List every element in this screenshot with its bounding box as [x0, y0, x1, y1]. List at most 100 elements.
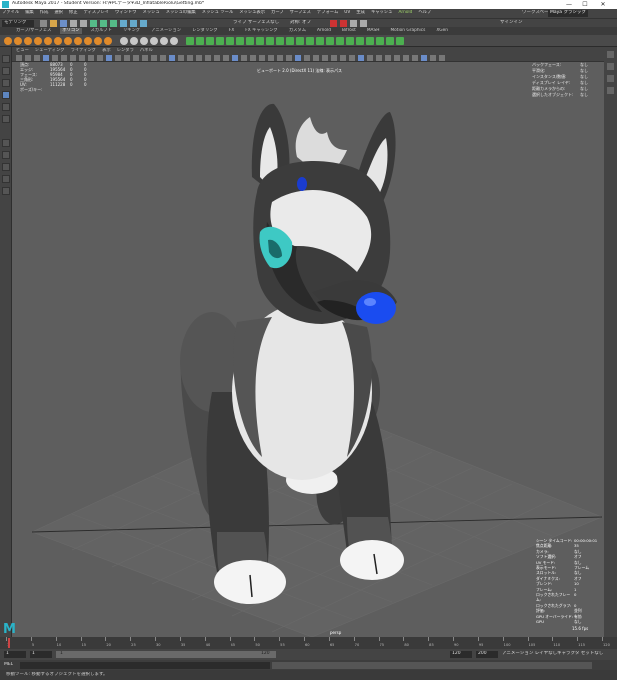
menu-item[interactable]: Arnold [398, 10, 412, 16]
shelf-tab[interactable]: FX キャッシング [243, 28, 280, 34]
save-scene-icon[interactable] [60, 20, 67, 27]
bridge-icon[interactable] [196, 37, 204, 45]
panel-tool-icon[interactable] [16, 55, 22, 61]
pipe-icon[interactable] [104, 37, 112, 45]
panel-tool-icon[interactable] [97, 55, 103, 61]
scale-tool-icon[interactable] [2, 115, 10, 123]
menu-item[interactable]: カーブ [271, 10, 284, 16]
shelf-tab[interactable]: カーブ/サーフェス [14, 28, 53, 34]
panel-tool-icon[interactable] [430, 55, 436, 61]
panel-tool-icon[interactable] [259, 55, 265, 61]
prism-icon[interactable] [94, 37, 102, 45]
panel-tool-icon[interactable] [196, 55, 202, 61]
shelf-tab[interactable]: レンダリング [190, 28, 220, 34]
torus-icon[interactable] [44, 37, 52, 45]
snap-curve-icon[interactable] [130, 20, 137, 27]
panel-tool-icon[interactable] [106, 55, 112, 61]
paint-select-icon[interactable] [2, 79, 10, 87]
spin-icon[interactable] [346, 37, 354, 45]
range-start-field[interactable]: 1 [30, 651, 52, 658]
panel-tool-icon[interactable] [439, 55, 445, 61]
insert-loop-icon[interactable] [306, 37, 314, 45]
panel-tool-icon[interactable] [376, 55, 382, 61]
shelf-tab[interactable]: ポリゴン [60, 28, 82, 34]
channel-box-tab-icon[interactable] [607, 51, 614, 58]
time-slider[interactable]: 1510152025303540455055606570758085909510… [0, 637, 617, 649]
menu-item[interactable]: 生成 [356, 10, 365, 16]
menu-item[interactable]: サーフェス [290, 10, 311, 16]
chip-off-icon[interactable] [376, 37, 384, 45]
menu-item[interactable]: UV [344, 10, 350, 16]
snap-point-icon[interactable] [140, 20, 147, 27]
panel-tool-icon[interactable] [25, 55, 31, 61]
current-time-indicator[interactable] [8, 638, 10, 648]
panel-tool-icon[interactable] [403, 55, 409, 61]
uv-editor-icon[interactable] [396, 37, 404, 45]
panel-tool-icon[interactable] [421, 55, 427, 61]
graph-layout-icon[interactable] [2, 187, 10, 195]
pyramid-icon[interactable] [84, 37, 92, 45]
symmetry-label[interactable]: 対称: オフ [290, 20, 311, 26]
shelf-tab[interactable]: カスタム [287, 28, 308, 34]
menu-item[interactable]: メッシュ ツール [202, 10, 233, 16]
select-hierarchy-icon[interactable] [90, 20, 97, 27]
slide-edge-icon[interactable] [326, 37, 334, 45]
menu-item[interactable]: 作成 [40, 10, 49, 16]
layout-side-icon[interactable] [2, 163, 10, 171]
shelf-tab[interactable]: スカルプト [89, 28, 114, 34]
boolean-icon[interactable] [160, 37, 168, 45]
panel-tool-icon[interactable] [349, 55, 355, 61]
anim-layer-label[interactable]: アニメーション レイヤなし [502, 651, 557, 657]
panel-tool-icon[interactable] [115, 55, 121, 61]
extrude-icon[interactable] [186, 37, 194, 45]
shelf-tab[interactable]: MASH [365, 28, 382, 34]
wedge-icon[interactable] [366, 37, 374, 45]
menu-item[interactable]: メッシュの編集 [166, 10, 196, 16]
panel-tool-icon[interactable] [187, 55, 193, 61]
poke-icon[interactable] [356, 37, 364, 45]
panel-tool-icon[interactable] [394, 55, 400, 61]
command-input[interactable] [20, 662, 270, 669]
start-time-field[interactable]: 1 [4, 651, 26, 658]
extract-icon[interactable] [150, 37, 158, 45]
menu-item[interactable]: ウィンドウ [115, 10, 136, 16]
panel-tool-icon[interactable] [88, 55, 94, 61]
sphere-icon[interactable] [4, 37, 12, 45]
rotate-tool-icon[interactable] [2, 103, 10, 111]
duplicate-icon[interactable] [386, 37, 394, 45]
shelf-tab[interactable]: アニメーション [149, 28, 183, 34]
shelf-tab[interactable]: FX [227, 28, 236, 34]
hypershade-icon[interactable] [360, 20, 367, 27]
menu-item[interactable]: キャッシュ [371, 10, 392, 16]
panel-tool-icon[interactable] [151, 55, 157, 61]
sign-in-link[interactable]: サインイン [500, 20, 523, 26]
character-set-label[interactable]: キャラクタ セットなし [557, 651, 603, 657]
collapse-icon[interactable] [286, 37, 294, 45]
render-settings-icon[interactable] [350, 20, 357, 27]
menu-item[interactable]: メッシュ [143, 10, 160, 16]
snap-grid-icon[interactable] [120, 20, 127, 27]
target-weld-icon[interactable] [246, 37, 254, 45]
offset-loop-icon[interactable] [316, 37, 324, 45]
panel-tool-icon[interactable] [250, 55, 256, 61]
menu-item[interactable]: メッシュ表示 [239, 10, 265, 16]
panel-tool-icon[interactable] [52, 55, 58, 61]
panel-tool-icon[interactable] [385, 55, 391, 61]
render-icon[interactable] [330, 20, 337, 27]
modeling-toolkit-tab-icon[interactable] [607, 87, 614, 94]
menu-item[interactable]: ファイル [2, 10, 19, 16]
new-scene-icon[interactable] [40, 20, 47, 27]
panel-tool-icon[interactable] [34, 55, 40, 61]
panel-tool-icon[interactable] [304, 55, 310, 61]
panel-tool-icon[interactable] [205, 55, 211, 61]
combine-icon[interactable] [120, 37, 128, 45]
panel-tool-icon[interactable] [241, 55, 247, 61]
panel-tool-icon[interactable] [169, 55, 175, 61]
panel-tool-icon[interactable] [160, 55, 166, 61]
panel-tool-icon[interactable] [133, 55, 139, 61]
outliner-icon[interactable] [2, 175, 10, 183]
panel-tool-icon[interactable] [142, 55, 148, 61]
plane-icon[interactable] [54, 37, 62, 45]
panel-tool-icon[interactable] [277, 55, 283, 61]
cone-icon[interactable] [34, 37, 42, 45]
